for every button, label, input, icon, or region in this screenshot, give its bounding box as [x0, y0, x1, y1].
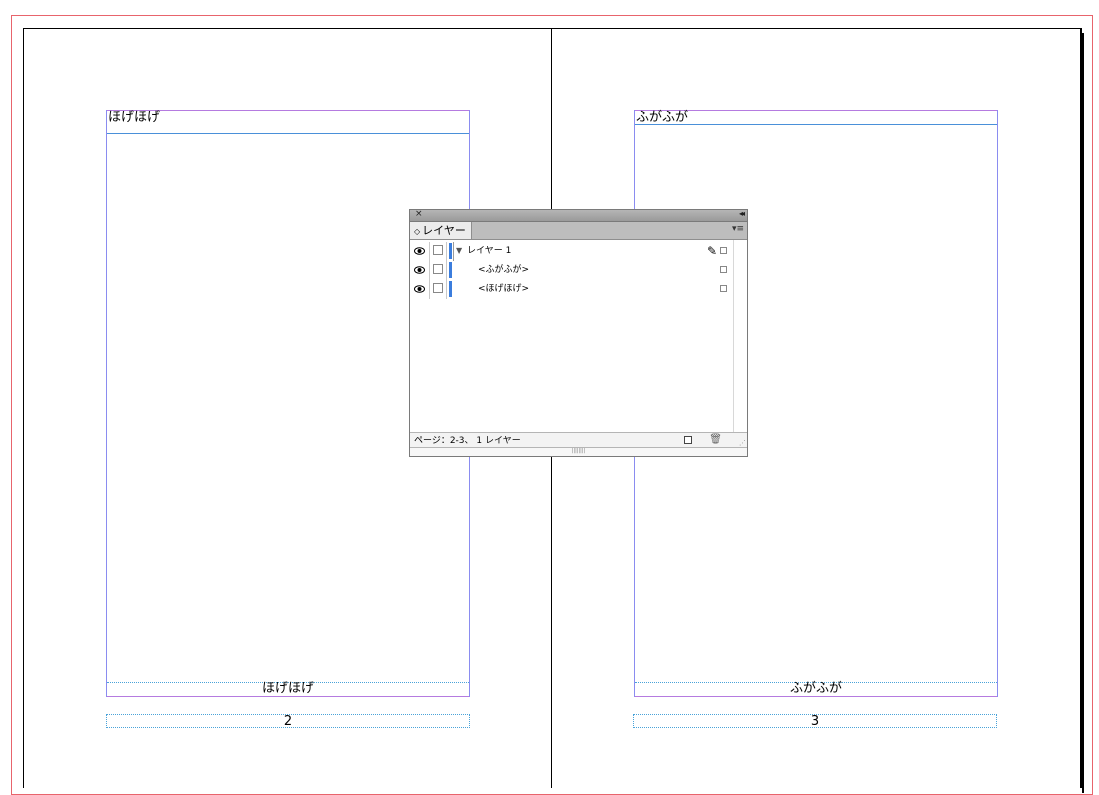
pen-icon: ✎ — [706, 244, 717, 258]
footer-frame-right[interactable]: ふがふが — [635, 682, 997, 696]
divider — [446, 280, 447, 299]
lock-toggle[interactable] — [433, 245, 443, 255]
footer-text-left[interactable]: ほげほげ — [107, 682, 469, 696]
resize-grip-icon[interactable]: ⋰ — [739, 439, 746, 447]
layers-list: ▼ レイヤー 1 ✎ <ふがふが> <ほげほげ> — [410, 240, 733, 432]
tab-layers[interactable]: ◇ レイヤー — [410, 222, 472, 239]
footer-text-right[interactable]: ふがふが — [635, 682, 997, 696]
head-rule-right — [635, 124, 997, 125]
expand-triangle-icon[interactable]: ▼ — [456, 246, 462, 255]
trash-icon[interactable]: 🗑 — [709, 434, 722, 445]
layer-row[interactable]: <ふがふが> — [410, 261, 733, 280]
divider — [446, 261, 447, 280]
divider — [446, 242, 447, 261]
close-icon[interactable]: × — [415, 209, 423, 219]
layer-row[interactable]: <ほげほげ> — [410, 280, 733, 299]
selection-indicator[interactable] — [720, 285, 727, 292]
status-text: ページ：2-3、 1 レイヤー — [414, 436, 521, 446]
eye-icon[interactable] — [414, 266, 425, 274]
panel-tabbar: ◇ レイヤー ▾≡ — [410, 222, 747, 240]
footer-frame-left[interactable]: ほげほげ — [107, 682, 469, 696]
lock-toggle[interactable] — [433, 283, 443, 293]
panel-resize-bar[interactable]: |||||||| — [410, 447, 747, 456]
running-head-right[interactable]: ふがふが — [636, 110, 688, 125]
layers-panel: × ◂◂ ◇ レイヤー ▾≡ ▼ レイヤー 1 ✎ <ふがふが> <ほげほげ> … — [409, 209, 748, 457]
divider — [429, 242, 430, 261]
layer-item-name[interactable]: <ほげほげ> — [478, 283, 529, 295]
selection-indicator[interactable] — [720, 266, 727, 273]
scrollbar[interactable] — [733, 240, 747, 432]
layer-item-name[interactable]: <ふがふが> — [478, 264, 529, 276]
panel-titlebar[interactable]: × ◂◂ — [410, 209, 747, 222]
page-number-right[interactable]: 3 — [633, 714, 997, 728]
layer-name[interactable]: レイヤー 1 — [467, 245, 511, 257]
updown-icon: ◇ — [414, 227, 421, 236]
layer-color-swatch — [449, 243, 452, 259]
eye-icon[interactable] — [414, 247, 425, 255]
page-number-left[interactable]: 2 — [106, 714, 470, 728]
layer-color-swatch — [449, 262, 452, 278]
layer-row[interactable]: ▼ レイヤー 1 ✎ — [410, 242, 733, 261]
new-layer-icon[interactable] — [684, 436, 692, 444]
running-head-left[interactable]: ほげほげ — [108, 110, 160, 125]
lock-toggle[interactable] — [433, 264, 443, 274]
divider — [429, 261, 430, 280]
head-rule-left — [107, 133, 469, 134]
collapse-icon[interactable]: ◂◂ — [739, 209, 745, 218]
divider — [429, 280, 430, 299]
tab-layers-label: レイヤー — [422, 224, 466, 237]
eye-icon[interactable] — [414, 285, 425, 293]
panel-menu-icon[interactable]: ▾≡ — [732, 224, 744, 234]
divider — [453, 242, 454, 261]
layer-color-swatch — [449, 281, 452, 297]
selection-indicator[interactable] — [720, 247, 727, 254]
